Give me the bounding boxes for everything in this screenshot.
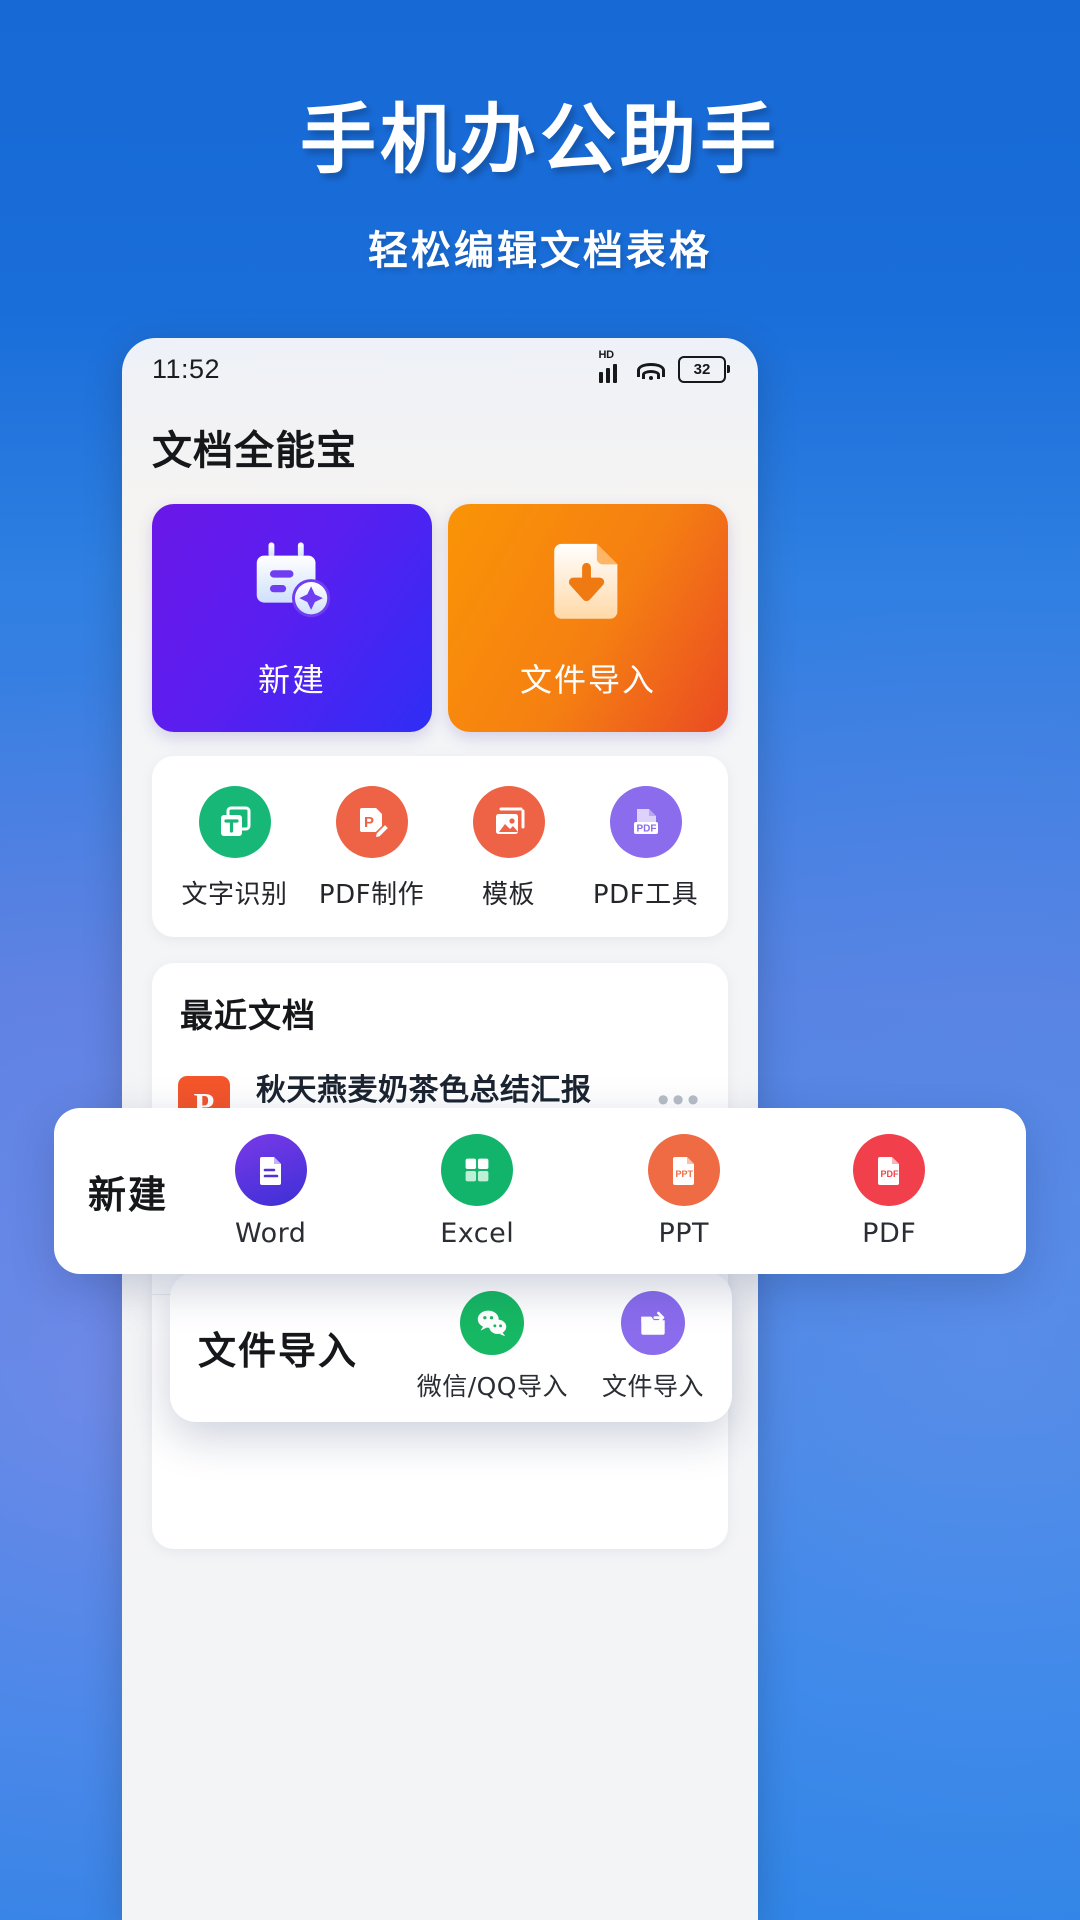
new-doc-option-label: Word bbox=[235, 1218, 306, 1249]
quick-tool-label: PDF工具 bbox=[593, 874, 698, 911]
svg-text:PPT: PPT bbox=[675, 1169, 693, 1179]
new-doc-option-label: PPT bbox=[658, 1218, 709, 1249]
create-new-label: 新建 bbox=[258, 655, 326, 701]
svg-text:PDF: PDF bbox=[881, 1169, 900, 1179]
pdf-create-icon: P bbox=[336, 786, 408, 858]
new-doc-option-label: Excel bbox=[440, 1218, 514, 1249]
excel-grid-icon bbox=[441, 1134, 513, 1206]
battery-icon: 32 bbox=[678, 356, 726, 383]
file-import-card[interactable]: 文件导入 bbox=[448, 504, 728, 732]
word-doc-icon bbox=[235, 1134, 307, 1206]
new-doc-option-word[interactable]: Word bbox=[235, 1134, 307, 1249]
import-option-label: 微信/QQ导入 bbox=[417, 1367, 568, 1403]
app-title: 文档全能宝 bbox=[122, 400, 758, 476]
wechat-icon bbox=[460, 1291, 524, 1355]
new-document-sparkle-icon bbox=[245, 535, 339, 629]
quick-tool-template[interactable]: 模板 bbox=[449, 786, 569, 911]
text-recognition-icon bbox=[199, 786, 271, 858]
new-doc-option-excel[interactable]: Excel bbox=[440, 1134, 514, 1249]
file-import-popup-title: 文件导入 bbox=[198, 1320, 358, 1375]
page-title: 手机办公助手 bbox=[0, 78, 1080, 188]
hd-signal-icon: HD bbox=[599, 359, 625, 383]
svg-text:P: P bbox=[364, 814, 374, 831]
quick-tool-pdf-create[interactable]: P PDF制作 bbox=[312, 786, 432, 911]
status-bar: 11:52 HD 32 bbox=[122, 338, 758, 400]
quick-tool-label: PDF制作 bbox=[319, 874, 424, 911]
import-option-wechat[interactable]: 微信/QQ导入 bbox=[417, 1291, 568, 1403]
document-name: 秋天燕麦奶茶色总结汇报 bbox=[256, 1065, 657, 1109]
new-doc-option-label: PDF bbox=[862, 1218, 916, 1249]
create-new-popup: 新建 Word Excel bbox=[54, 1108, 1026, 1274]
quick-tools-row: 文字识别 P PDF制作 模板 bbox=[152, 756, 728, 937]
primary-actions: 新建 文件导入 bbox=[122, 476, 758, 732]
file-import-label: 文件导入 bbox=[520, 655, 656, 701]
new-doc-option-pdf[interactable]: PDF PDF bbox=[853, 1134, 925, 1249]
wifi-icon bbox=[637, 361, 665, 383]
create-new-card[interactable]: 新建 bbox=[152, 504, 432, 732]
file-import-popup: 文件导入 微信/QQ导入 bbox=[170, 1272, 732, 1422]
quick-tool-label: 文字识别 bbox=[181, 874, 287, 911]
battery-level: 32 bbox=[694, 361, 711, 378]
create-new-popup-title: 新建 bbox=[88, 1164, 168, 1219]
pdf-doc-icon: PDF bbox=[853, 1134, 925, 1206]
import-option-label: 文件导入 bbox=[602, 1367, 704, 1403]
folder-share-icon bbox=[621, 1291, 685, 1355]
page-subtitle: 轻松编辑文档表格 bbox=[0, 218, 1080, 276]
recent-documents-title: 最近文档 bbox=[152, 989, 728, 1043]
template-image-icon bbox=[473, 786, 545, 858]
file-download-icon bbox=[541, 535, 635, 629]
new-doc-option-ppt[interactable]: PPT PPT bbox=[648, 1134, 720, 1249]
ppt-doc-icon: PPT bbox=[648, 1134, 720, 1206]
import-option-files[interactable]: 文件导入 bbox=[602, 1291, 704, 1403]
svg-text:PDF: PDF bbox=[636, 824, 656, 835]
hero-banner: 手机办公助手 轻松编辑文档表格 bbox=[0, 0, 1080, 276]
quick-tool-label: 模板 bbox=[482, 874, 535, 911]
pdf-tools-icon: PDF bbox=[610, 786, 682, 858]
status-clock: 11:52 bbox=[152, 354, 220, 385]
hd-label: HD bbox=[599, 349, 614, 361]
quick-tool-pdf-tools[interactable]: PDF PDF工具 bbox=[586, 786, 706, 911]
quick-tool-ocr[interactable]: 文字识别 bbox=[175, 786, 295, 911]
